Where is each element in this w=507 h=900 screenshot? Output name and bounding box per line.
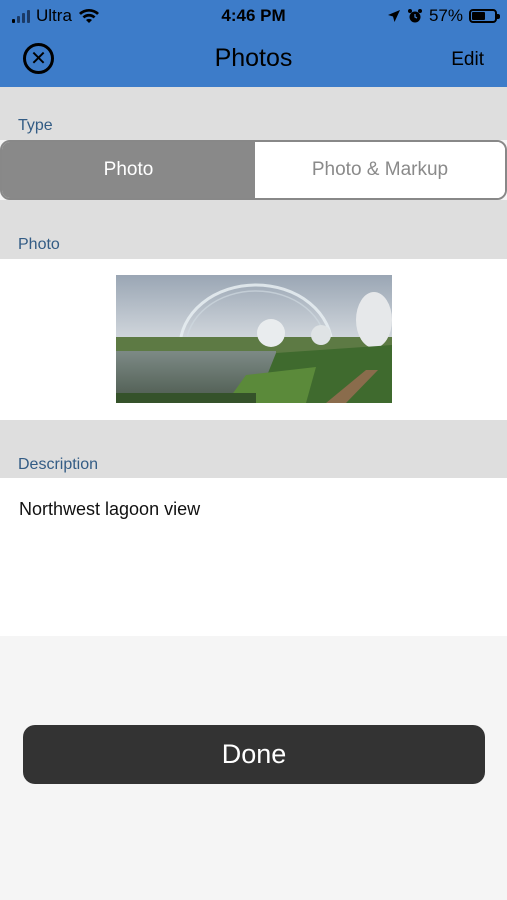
done-button[interactable]: Done: [23, 725, 485, 784]
description-value: Northwest lagoon view: [19, 499, 201, 519]
alarm-clock-icon: [407, 9, 422, 23]
battery-icon: [469, 9, 500, 23]
battery-fill: [472, 12, 485, 20]
type-segmented-control: Photo Photo & Markup: [0, 140, 507, 200]
battery-percent: 57%: [428, 6, 463, 25]
segment-photo-markup[interactable]: Photo & Markup: [255, 142, 505, 198]
location-arrow-icon: [387, 10, 400, 22]
photo-section-header: Photo: [0, 200, 507, 259]
type-section-header: Type: [0, 87, 507, 140]
navigation-header: Ultra 4:46 PM 57% ✕ Photos Edit: [0, 0, 507, 87]
description-label: Description: [18, 456, 99, 473]
type-label: Type: [18, 117, 53, 134]
description-field[interactable]: Northwest lagoon view: [0, 478, 507, 636]
photo-label: Photo: [18, 236, 60, 253]
segment-photo[interactable]: Photo: [2, 142, 255, 198]
photo-container: [0, 259, 507, 420]
status-right: 57%: [387, 6, 500, 26]
photo-thumbnail[interactable]: [116, 275, 392, 403]
description-section-header: Description: [0, 420, 507, 478]
edit-button[interactable]: Edit: [451, 49, 484, 71]
page-title: Photos: [214, 44, 293, 72]
status-bar: Ultra 4:46 PM 57%: [0, 0, 507, 30]
